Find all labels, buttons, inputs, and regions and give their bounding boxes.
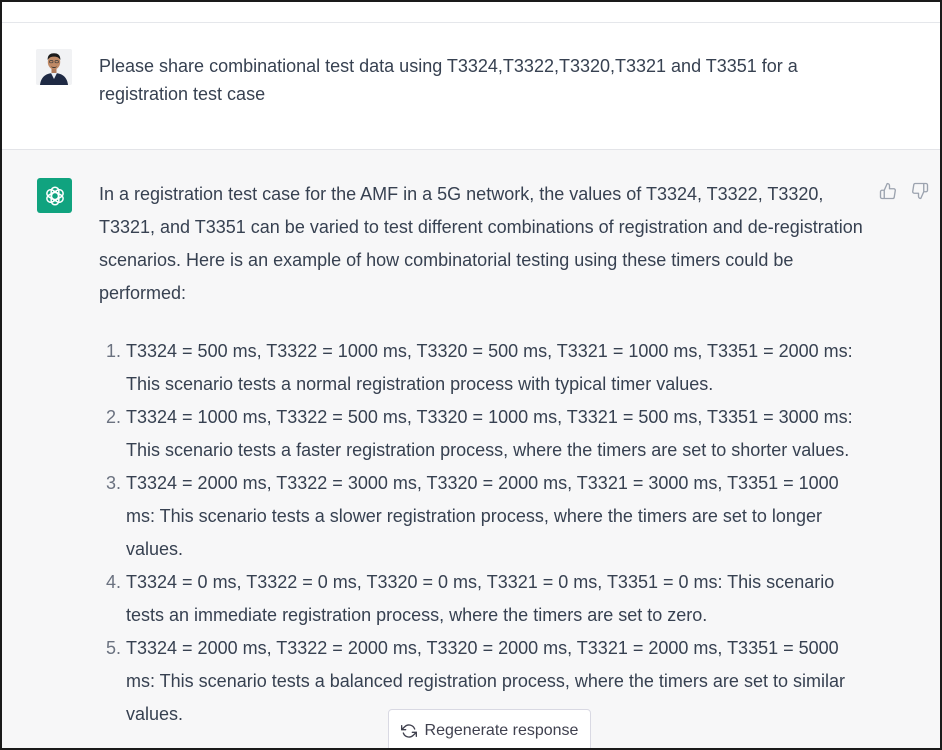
- thumbs-down-icon: [912, 182, 929, 200]
- thumbs-up-button[interactable]: [879, 182, 897, 200]
- thumbs-down-button[interactable]: [911, 182, 929, 200]
- previous-message-edge: [2, 2, 940, 23]
- user-avatar: [36, 49, 72, 85]
- user-avatar-photo: [36, 49, 72, 85]
- assistant-message: In a registration test case for the AMF …: [2, 150, 940, 748]
- assistant-avatar: [37, 178, 72, 213]
- regenerate-response-button[interactable]: Regenerate response: [388, 709, 591, 748]
- user-message: Please share combinational test data usi…: [2, 23, 940, 150]
- chat-window: Please share combinational test data usi…: [0, 0, 942, 750]
- openai-logo-icon: [45, 185, 64, 206]
- list-item: T3324 = 0 ms, T3322 = 0 ms, T3320 = 0 ms…: [126, 566, 869, 632]
- thumbs-up-icon: [879, 182, 896, 200]
- list-item: T3324 = 2000 ms, T3322 = 3000 ms, T3320 …: [126, 467, 869, 566]
- user-message-text: Please share combinational test data usi…: [99, 56, 798, 104]
- refresh-icon: [400, 724, 417, 738]
- assistant-message-text: In a registration test case for the AMF …: [99, 178, 869, 731]
- list-item: T3324 = 500 ms, T3322 = 1000 ms, T3320 =…: [126, 335, 869, 401]
- feedback-buttons: [879, 182, 929, 200]
- scenario-list: T3324 = 500 ms, T3322 = 1000 ms, T3320 =…: [99, 335, 869, 731]
- list-item: T3324 = 1000 ms, T3322 = 500 ms, T3320 =…: [126, 401, 869, 467]
- assistant-intro: In a registration test case for the AMF …: [99, 184, 863, 303]
- regenerate-label: Regenerate response: [424, 722, 579, 739]
